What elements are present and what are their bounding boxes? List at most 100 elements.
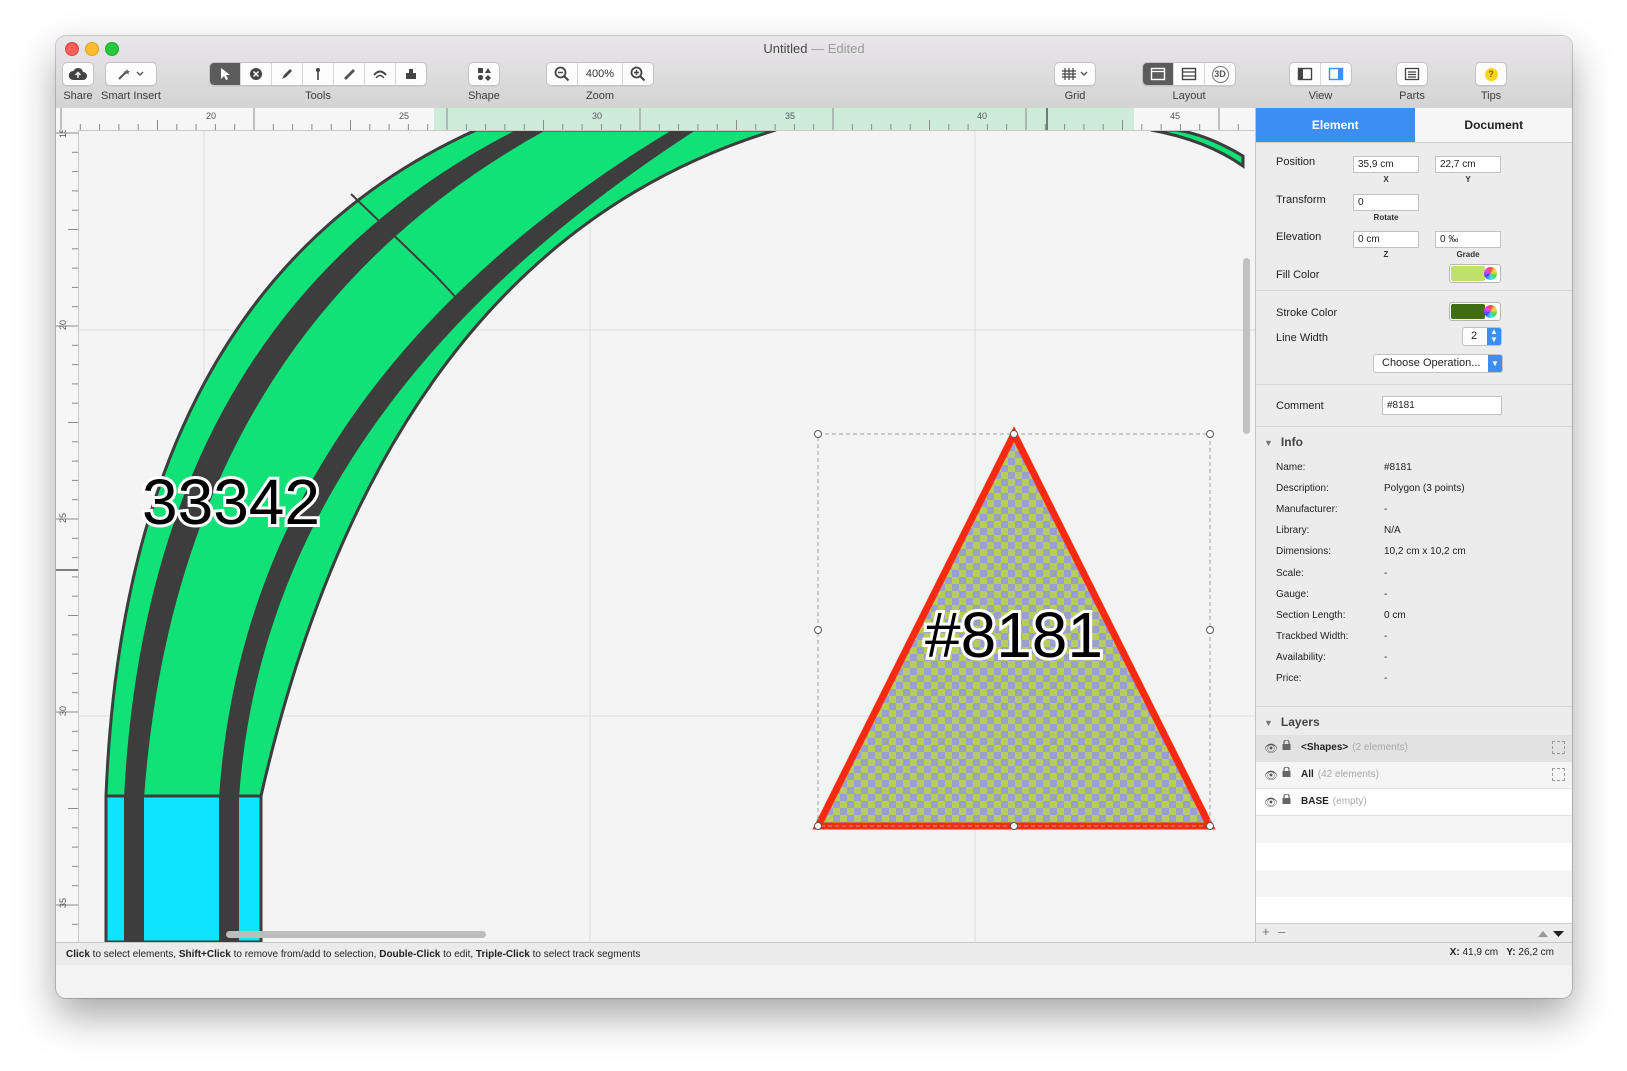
- layer-name: All: [1301, 769, 1314, 780]
- track-tool[interactable]: [365, 63, 396, 85]
- canvas-drawing[interactable]: 33342 #8181: [56, 108, 1255, 942]
- arrow-cursor-icon: [221, 68, 230, 80]
- smart-insert-button[interactable]: [106, 63, 156, 85]
- info-key: Library:: [1276, 525, 1310, 537]
- grade-sublabel: Grade: [1456, 250, 1480, 259]
- rotate-field[interactable]: 0: [1353, 194, 1419, 211]
- add-layer-button[interactable]: +: [1262, 924, 1270, 939]
- info-key: Dimensions:: [1276, 546, 1332, 558]
- select-tool[interactable]: [210, 63, 241, 85]
- disclosure-triangle-icon[interactable]: ▼: [1264, 438, 1273, 448]
- parts-label: Parts: [1399, 90, 1425, 102]
- elevation-z-field[interactable]: 0 cm: [1353, 231, 1419, 248]
- layout-plan-icon: [1150, 67, 1166, 81]
- cursor-coordinates: X: 41,9 cm Y: 26,2 cm: [1449, 947, 1554, 958]
- stroke-color-label: Stroke Color: [1276, 307, 1338, 319]
- grid-button[interactable]: [1055, 63, 1095, 85]
- disclosure-triangle-icon[interactable]: ▼: [1264, 718, 1273, 728]
- layout-list-button[interactable]: [1174, 63, 1205, 85]
- layers-list: 👁 <Shapes> (2 elements) 👁 All (42 elements…: [1256, 735, 1572, 924]
- layout-3d-button[interactable]: 3D: [1205, 63, 1235, 85]
- layer-selection-box-icon[interactable]: [1552, 768, 1565, 781]
- eye-icon[interactable]: 👁: [1264, 769, 1278, 782]
- layout-plan-button[interactable]: [1143, 63, 1174, 85]
- divider: [1256, 384, 1572, 385]
- stepper-arrows-icon[interactable]: ▲ ▼: [1487, 328, 1501, 345]
- layout-canvas[interactable]: 33342 #8181 20 25 30 35 40 45 15 20 25 3…: [56, 108, 1255, 942]
- v-ruler-label: 20: [58, 320, 68, 330]
- chevron-down-icon: ▼: [1488, 355, 1502, 372]
- divider: [1256, 426, 1572, 427]
- info-key: Price:: [1276, 673, 1302, 684]
- stroke-color-well[interactable]: [1449, 302, 1501, 321]
- eye-icon[interactable]: 👁: [1264, 742, 1278, 755]
- eye-icon[interactable]: 👁: [1264, 796, 1278, 809]
- pick-tool[interactable]: [272, 63, 303, 85]
- position-y-field[interactable]: 22,7 cm: [1435, 156, 1501, 173]
- shape-button[interactable]: [469, 63, 499, 85]
- layout-group: 3D Layout: [1142, 62, 1236, 102]
- tab-document[interactable]: Document: [1414, 108, 1572, 142]
- zoom-out-button[interactable]: [547, 63, 578, 85]
- layer-row[interactable]: 👁 All (42 elements): [1256, 762, 1572, 789]
- pin-icon: [316, 68, 320, 80]
- tips-group: ? Tips: [1475, 62, 1507, 102]
- comment-field[interactable]: #8181: [1382, 396, 1502, 415]
- zoom-group: 400% Zoom: [546, 62, 654, 102]
- lock-icon[interactable]: [1282, 767, 1291, 777]
- tips-label: Tips: [1480, 90, 1502, 102]
- zoom-level[interactable]: 400%: [578, 63, 623, 85]
- layer-empty-row: [1256, 897, 1572, 924]
- status-hint-segment: to select elements,: [89, 948, 179, 960]
- zoom-in-button[interactable]: [623, 63, 653, 85]
- share-button[interactable]: [63, 63, 93, 85]
- v-ruler-label: 25: [58, 513, 68, 523]
- h-ruler-label: 35: [785, 111, 795, 121]
- magic-wand-icon: [118, 69, 144, 80]
- line-tool[interactable]: [303, 63, 334, 85]
- delete-tool[interactable]: [241, 63, 272, 85]
- shape-label: #8181: [925, 599, 1103, 671]
- lock-icon[interactable]: [1282, 740, 1291, 750]
- info-key: Trackbed Width:: [1276, 630, 1349, 642]
- move-layer-arrows-icon[interactable]: [1537, 929, 1565, 938]
- view-label: View: [1308, 90, 1333, 102]
- pencil-icon: [282, 69, 292, 79]
- elevation-grade-field[interactable]: 0 ‰: [1435, 231, 1501, 248]
- position-x-field[interactable]: 35,9 cm: [1353, 156, 1419, 173]
- view-right-panel-button[interactable]: [1321, 63, 1351, 85]
- stamp-tool[interactable]: [396, 63, 426, 85]
- lock-icon[interactable]: [1282, 794, 1291, 804]
- info-key: Gauge:: [1276, 588, 1309, 600]
- ruler-tool[interactable]: [334, 63, 365, 85]
- line-width-stepper[interactable]: 2 ▲ ▼: [1462, 327, 1502, 346]
- view-left-panel-button[interactable]: [1290, 63, 1321, 85]
- shape-label: Shape: [468, 90, 500, 102]
- layers-section-header[interactable]: ▼ Layers: [1264, 715, 1320, 729]
- list-icon: [1404, 67, 1420, 81]
- tab-element[interactable]: Element: [1256, 108, 1415, 142]
- info-value: N/A: [1384, 525, 1401, 537]
- layer-count: (2 elements): [1352, 742, 1408, 753]
- tips-button[interactable]: ?: [1476, 63, 1506, 85]
- info-section-header[interactable]: ▼ Info: [1264, 435, 1303, 449]
- info-key: Description:: [1276, 483, 1329, 495]
- status-hint-segment: Shift+Click: [178, 948, 231, 960]
- fill-color-well[interactable]: [1449, 264, 1501, 283]
- parts-button[interactable]: [1397, 63, 1427, 85]
- horizontal-scrollbar[interactable]: [226, 931, 486, 938]
- layer-row[interactable]: 👁 <Shapes> (2 elements): [1256, 735, 1572, 762]
- view-group: View: [1289, 62, 1352, 102]
- layer-row[interactable]: 👁 BASE (empty): [1256, 789, 1572, 816]
- layer-selection-box-icon[interactable]: [1552, 741, 1565, 754]
- smart-insert-group: Smart Insert: [101, 62, 161, 102]
- vertical-scrollbar[interactable]: [1243, 258, 1250, 434]
- tips-icon: ?: [1484, 67, 1498, 81]
- layer-empty-row: [1256, 816, 1572, 843]
- remove-layer-button[interactable]: –: [1278, 924, 1285, 939]
- vertical-ruler: 15 20 25 30 35: [56, 130, 79, 942]
- rotate-sublabel: Rotate: [1373, 213, 1399, 222]
- operation-popup[interactable]: Choose Operation... ▼: [1373, 354, 1503, 373]
- position-label: Position: [1276, 156, 1316, 168]
- h-ruler-label: 40: [977, 111, 987, 121]
